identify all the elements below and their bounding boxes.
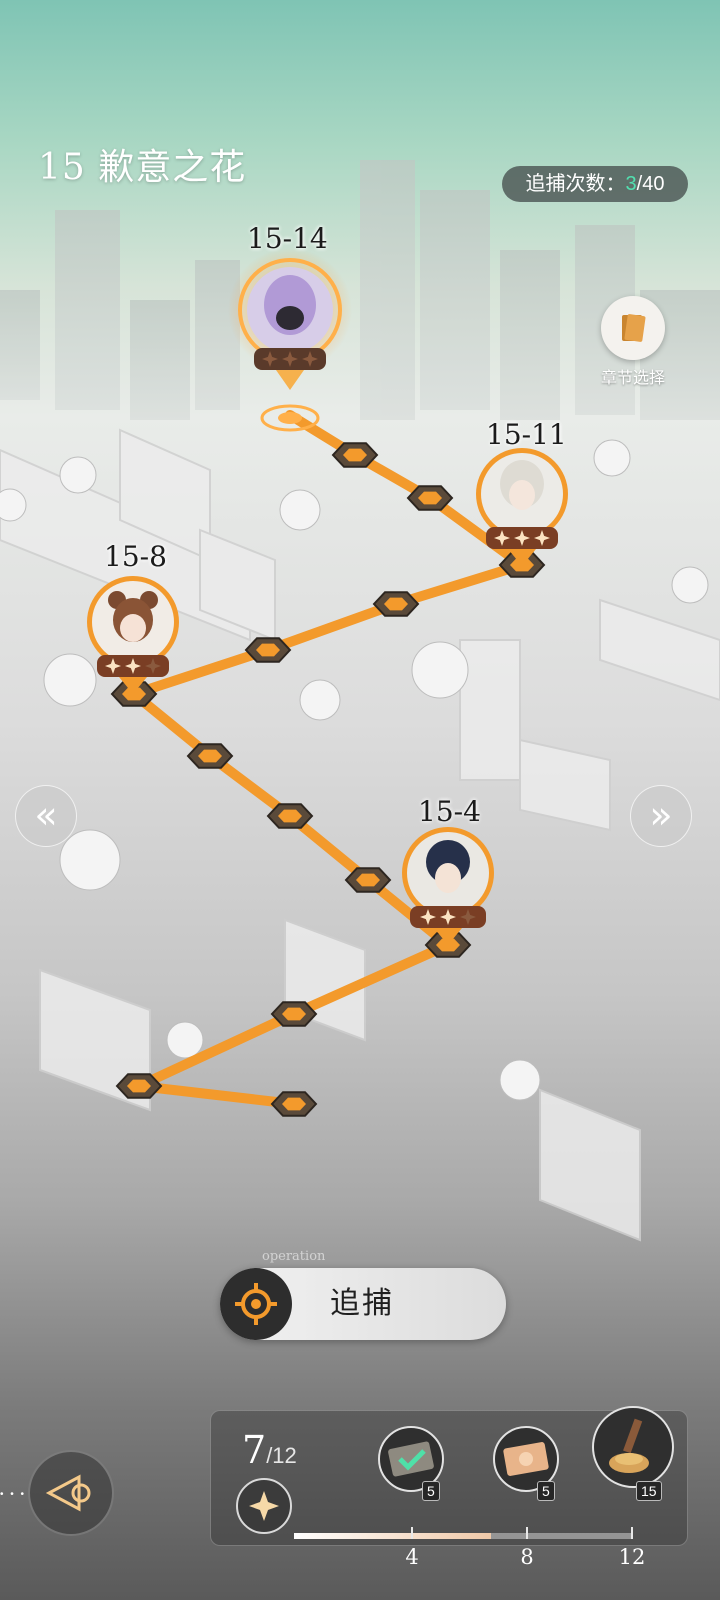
arrest-label: 追捕次数： [525, 173, 626, 195]
reward-qty-8: 5 [537, 1481, 555, 1501]
reward-qty-12: 15 [636, 1481, 662, 1501]
star-icon [249, 1491, 279, 1521]
back-arrow-icon [45, 1474, 91, 1512]
milestone-label-12: 12 [618, 1545, 646, 1569]
milestone-tick-4 [411, 1527, 413, 1539]
ticket-card-icon [503, 1442, 549, 1476]
stage-15-11-marker [476, 448, 568, 566]
dots-decoration: • • • [0, 1489, 27, 1500]
star-current: 7 [242, 1428, 267, 1472]
milestone-tick-12 [631, 1527, 633, 1539]
pursue-button[interactable]: 追捕 [220, 1268, 506, 1340]
crosshair-icon [220, 1268, 292, 1340]
arrest-total: /40 [636, 173, 665, 195]
city-map [0, 160, 720, 1242]
arrest-current: 3 [625, 173, 637, 195]
stamp-card-icon [388, 1441, 434, 1477]
wax-seal-icon [609, 1418, 649, 1473]
stage-label-15-11[interactable]: 15-11 [486, 418, 567, 451]
star-progress-button[interactable] [236, 1478, 292, 1534]
prev-chapter-button[interactable]: « [15, 785, 77, 847]
star-total: /12 [266, 1443, 297, 1468]
reward-qty-4: 5 [422, 1481, 440, 1501]
reward-milestone-12[interactable] [592, 1406, 674, 1488]
stage-label-15-4[interactable]: 15-4 [418, 795, 481, 828]
milestone-label-8: 8 [520, 1545, 534, 1569]
milestone-tick-8 [526, 1527, 528, 1539]
milestone-label-4: 4 [405, 1545, 419, 1569]
back-button[interactable] [28, 1450, 114, 1536]
chapter-select-label: 章节选择 [600, 370, 665, 387]
stage-label-15-8[interactable]: 15-8 [104, 540, 167, 573]
stage-15-4-marker [402, 827, 494, 945]
book-icon [601, 296, 665, 360]
stage-label-15-14[interactable]: 15-14 [247, 222, 328, 255]
pursue-label: 追捕 [330, 1287, 394, 1320]
stage-15-14-marker [228, 248, 352, 432]
next-chapter-button[interactable]: » [630, 785, 692, 847]
star-count: 7/12 [242, 1428, 297, 1472]
operation-watermark: operation [262, 1249, 326, 1264]
arrest-counter: 追捕次数：3/40 [502, 166, 688, 202]
chapter-title: 15 歉意之花 [38, 147, 247, 188]
stage-15-8-marker [87, 576, 179, 694]
star-progress-fill [294, 1533, 492, 1539]
chapter-select-button[interactable]: 章节选择 [598, 296, 668, 388]
